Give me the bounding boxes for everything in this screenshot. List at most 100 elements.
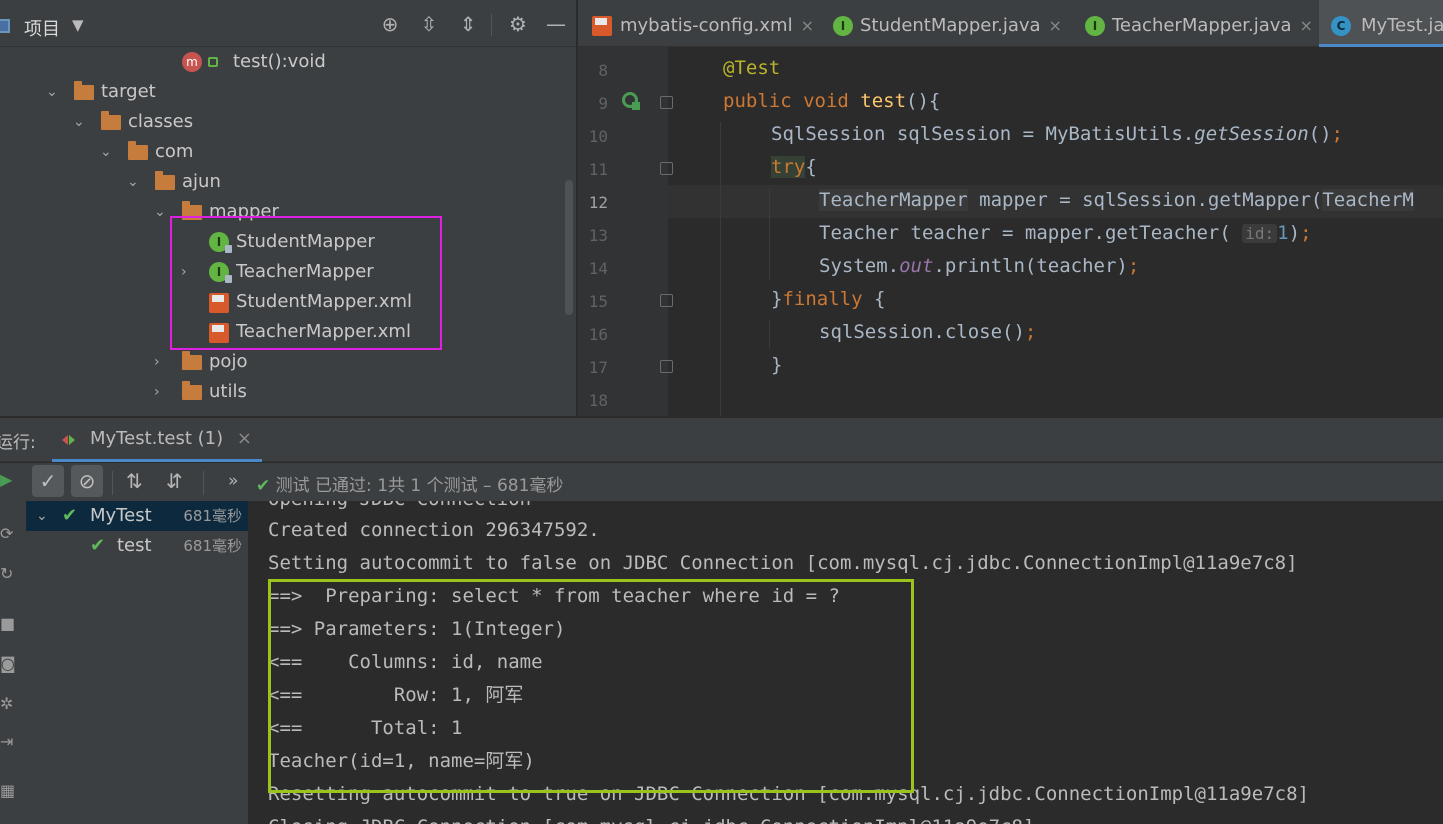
code-line-10[interactable]: SqlSession sqlSession = MyBatisUtils.get… [771, 123, 1343, 145]
code-line-13[interactable]: Teacher teacher = mapper.getTeacher( id:… [819, 222, 1312, 244]
code-line-11[interactable]: try{ [771, 156, 817, 178]
export-icon[interactable]: ⇥ [0, 734, 16, 750]
sort-alpha-icon[interactable]: ⇅ [126, 469, 143, 493]
console-line: Setting autocommit to false on JDBC Conn… [268, 552, 1298, 574]
code-line-8[interactable]: @Test [723, 57, 780, 79]
chevron-down-icon[interactable]: ⌄ [127, 167, 139, 197]
minimize-icon[interactable]: — [543, 11, 569, 37]
test-config-icon [62, 432, 76, 446]
chevron-right-icon[interactable]: › [154, 347, 160, 377]
chevron-right-icon[interactable]: › [154, 377, 160, 407]
code-text: sqlSession.close() [819, 321, 1025, 343]
expand-all-icon[interactable]: ⇳ [416, 11, 442, 37]
tab-student-mapper-java[interactable]: I StudentMapper.java × [815, 0, 1065, 47]
run-tab-label: MyTest.test (1) [90, 428, 224, 449]
code-line-16[interactable]: sqlSession.close(); [819, 321, 1036, 343]
show-passed-button[interactable]: ✓ [32, 465, 64, 497]
tab-teacher-mapper-java[interactable]: I TeacherMapper.java × [1065, 0, 1315, 47]
close-icon[interactable]: × [237, 428, 252, 449]
more-actions-icon[interactable]: » [228, 471, 238, 491]
code-line-15[interactable]: }finally { [771, 288, 885, 310]
chevron-down-icon[interactable]: ⌄ [73, 107, 85, 137]
chevron-down-icon[interactable]: ⌄ [46, 77, 58, 107]
chevron-down-icon[interactable]: ⌄ [100, 137, 112, 167]
rerun-failed-icon[interactable]: ⟳ [0, 526, 16, 542]
tab-mybatis-config[interactable]: mybatis-config.xml × [578, 0, 815, 47]
class-icon: C [1331, 16, 1351, 36]
test-node-test[interactable]: ✔ test 681毫秒 [26, 531, 248, 561]
folder-icon [101, 111, 121, 130]
tab-mytest[interactable]: C MyTest.ja [1319, 0, 1443, 47]
close-icon[interactable]: × [801, 16, 814, 35]
tree-item-utils[interactable]: › utils [0, 377, 576, 407]
close-icon[interactable]: × [1049, 16, 1062, 35]
code-editor: mybatis-config.xml × I StudentMapper.java… [578, 0, 1443, 416]
code-text: { [862, 288, 886, 310]
stop-icon[interactable]: ■ [0, 616, 16, 632]
console-output[interactable]: Opening JDBC Connection Created connecti… [248, 501, 1443, 824]
project-scrollbar[interactable] [565, 180, 573, 315]
toggle-auto-test-icon[interactable]: ↻ [0, 566, 16, 582]
fold-icon[interactable] [660, 162, 673, 175]
run-tab-mytest[interactable]: MyTest.test (1) × [52, 418, 262, 462]
keyword: public void [723, 90, 861, 112]
tree-item-pojo[interactable]: › pojo [0, 347, 576, 377]
run-label: 运行: [0, 433, 36, 453]
fold-icon[interactable] [660, 360, 673, 373]
fold-icon[interactable] [660, 294, 673, 307]
check-icon: ✔ [256, 476, 271, 496]
code-text: .println(teacher) [933, 255, 1128, 277]
camera-icon[interactable]: ◙ [0, 656, 16, 672]
class-ref: TeacherMapper [819, 189, 968, 211]
run-test-icon[interactable] [622, 92, 640, 110]
chevron-down-icon[interactable]: ⌄ [154, 197, 166, 227]
line-number: 8 [598, 61, 608, 80]
chevron-down-icon[interactable]: ▼ [72, 16, 84, 34]
console-highlight-box [268, 579, 914, 793]
lock-icon [208, 57, 218, 67]
tree-item-com[interactable]: ⌄ com [0, 137, 576, 167]
test-status-text: 测试 已通过: 1共 1 个测试 – 681毫秒 [275, 476, 564, 496]
number-literal: 1 [1277, 222, 1289, 244]
layout-icon[interactable]: ▦ [0, 783, 16, 799]
tree-item-label: com [155, 141, 194, 162]
semicolon: ; [1331, 123, 1343, 145]
sort-duration-icon[interactable]: ⇵ [166, 469, 183, 493]
console-line: Closing JDBC Connection [com.mysql.cj.jd… [268, 811, 1034, 824]
run-side-toolbar: ▶ ⟳ ↻ ■ ◙ ✲ ⇥ ▦ [0, 463, 26, 824]
rerun-icon[interactable]: ▶ [0, 472, 16, 488]
tree-item-classes[interactable]: ⌄ classes [0, 107, 576, 137]
tree-item-target[interactable]: ⌄ target [0, 77, 576, 107]
line-number: 11 [588, 160, 608, 179]
code-line-12[interactable]: TeacherMapper mapper = sqlSession.getMap… [819, 189, 1414, 211]
annotation: @Test [723, 57, 781, 79]
locate-icon[interactable]: ⊕ [377, 11, 403, 37]
close-icon[interactable]: × [1300, 16, 1313, 35]
gear-icon[interactable]: ⚙ [505, 11, 531, 37]
project-title[interactable]: 项目 [24, 15, 60, 41]
run-panel: 运行: MyTest.test (1) × ✓ ⊘ ⇅ ⇵ » ✔ 测试 已通过… [0, 418, 1443, 824]
collapse-all-icon[interactable]: ⇕ [455, 11, 481, 37]
test-node-mytest[interactable]: ⌄ ✔ MyTest 681毫秒 [26, 501, 248, 531]
code-line-14[interactable]: System.out.println(teacher); [819, 255, 1139, 277]
tree-item-label: classes [128, 111, 194, 132]
tree-item-label: pojo [209, 351, 248, 372]
tree-item-label: test():void [233, 51, 326, 72]
fold-icon[interactable] [660, 96, 673, 109]
chevron-down-icon[interactable]: ⌄ [36, 501, 48, 531]
code-line-17[interactable]: } [771, 354, 782, 376]
code-text: System. [819, 255, 900, 277]
code-text: SqlSession sqlSession = MyBatisUtils. [771, 123, 1195, 145]
tree-item-ajun[interactable]: ⌄ ajun [0, 167, 576, 197]
semicolon: ; [1024, 321, 1037, 343]
tree-item-test-method[interactable]: m test():void [0, 47, 576, 77]
project-header: 项目 ▼ ⊕ ⇳ ⇕ ⚙ — [0, 0, 576, 47]
show-ignored-button[interactable]: ⊘ [71, 465, 103, 497]
interface-icon: I [833, 16, 853, 36]
tree-item-label: ajun [182, 171, 221, 192]
line-number: 17 [588, 358, 608, 377]
settings-icon[interactable]: ✲ [0, 696, 16, 712]
code-line-9[interactable]: public void test(){ [723, 90, 940, 112]
project-panel: 项目 ▼ ⊕ ⇳ ⇕ ⚙ — m test():void ⌄ target ⌄ … [0, 0, 576, 416]
divider [112, 471, 113, 495]
